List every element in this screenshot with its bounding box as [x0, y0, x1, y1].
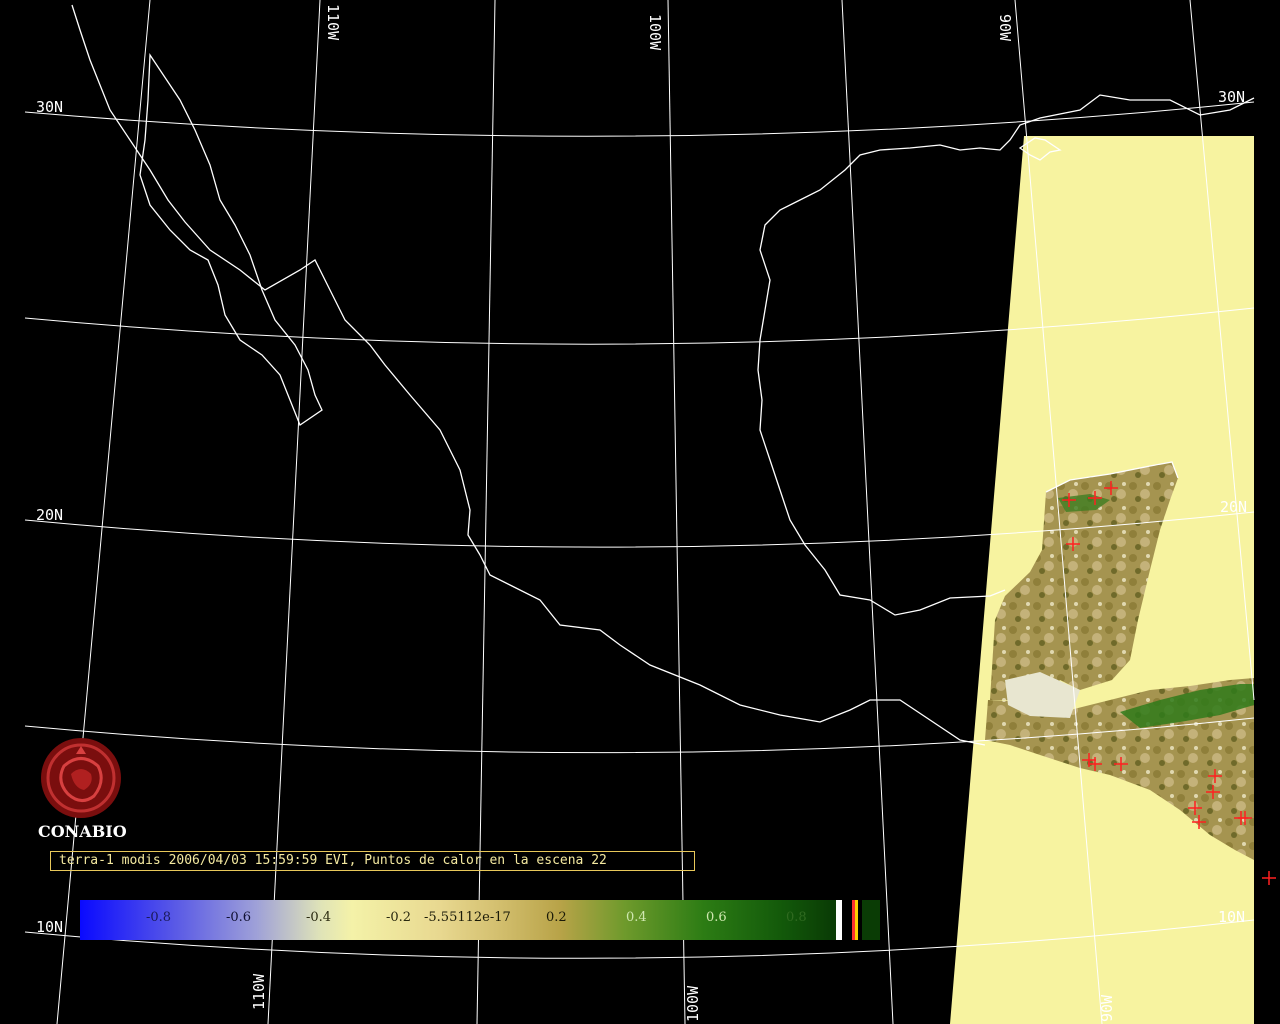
lat-label-20n-left: 20N — [36, 506, 63, 524]
lat-label-10n-right: 10N — [1218, 908, 1245, 926]
lon-label-110w-top: 110W — [324, 4, 342, 41]
lon-label-110w-bottom: 110W — [250, 973, 268, 1010]
colorbar-tick-label: -5.55112e-17 — [424, 910, 511, 925]
lat-label-10n-left: 10N — [36, 918, 63, 936]
colorbar-tick-label: 0.2 — [546, 910, 567, 925]
lon-label-90w-bottom: 90W — [1098, 994, 1116, 1022]
colorbar-tick-label: -0.8 — [146, 910, 172, 925]
colorbar-end-stripe — [842, 900, 852, 940]
colorbar-tick-label: -0.4 — [306, 910, 332, 925]
lon-label-100w-bottom: 100W — [684, 985, 702, 1022]
lat-label-30n-left: 30N — [36, 98, 63, 116]
scene-caption: terra-1 modis 2006/04/03 15:59:59 EVI, P… — [50, 851, 695, 871]
evi-colorbar: -0.8 -0.6 -0.4 -0.2 -5.55112e-17 0.2 0.4 0.6 0.8 — [80, 900, 880, 940]
conabio-logo-text: CONABIO — [38, 822, 127, 841]
lon-label-90w-top: 90W — [996, 14, 1014, 42]
lat-label-20n-right: 20N — [1220, 498, 1247, 516]
lon-label-100w-top: 100W — [646, 14, 664, 51]
colorbar-tick-label: 0.4 — [626, 910, 647, 925]
colorbar-tick-label: -0.2 — [386, 910, 412, 925]
colorbar-tick-label: 0.6 — [706, 910, 727, 925]
colorbar-end-stripe — [858, 900, 862, 940]
colorbar-tick-label: -0.6 — [226, 910, 252, 925]
lat-label-30n-right: 30N — [1218, 88, 1245, 106]
colorbar-tick-label: 0.8 — [786, 910, 807, 925]
